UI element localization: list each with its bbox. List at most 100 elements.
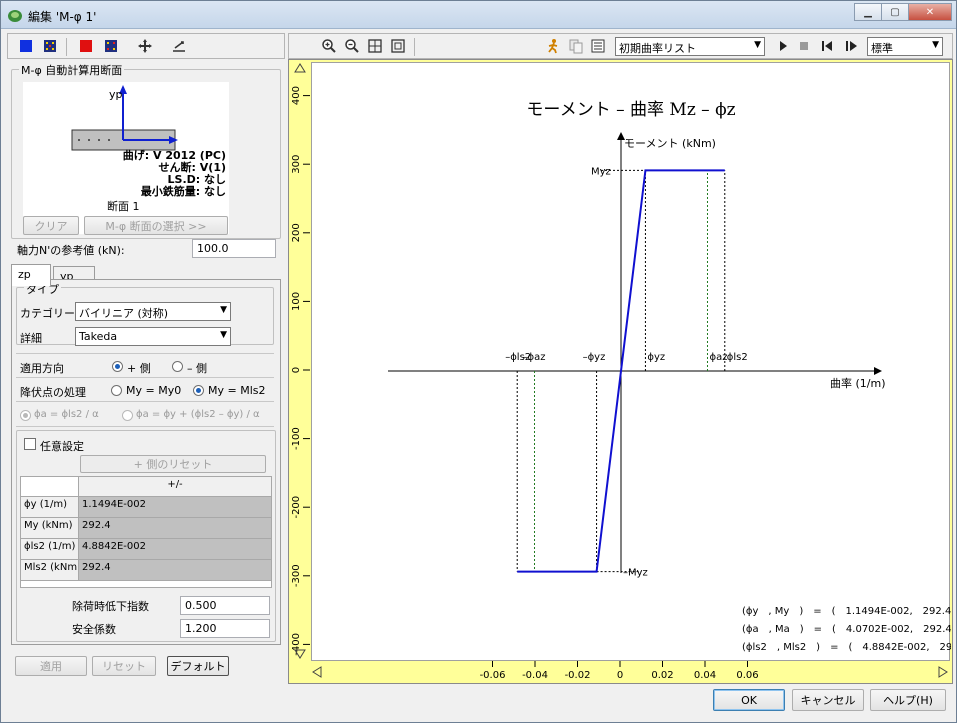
run-icon[interactable] (545, 38, 561, 54)
red-square-icon[interactable] (78, 38, 94, 54)
zoom-window-icon[interactable] (390, 38, 406, 54)
help-button[interactable]: ヘルプ(H) (870, 689, 946, 711)
x-axis-arrow (874, 367, 882, 375)
label-pos-az: ϕaz (709, 352, 727, 363)
move-icon[interactable] (137, 38, 153, 54)
reset-button[interactable]: リセット (92, 656, 156, 676)
mls2-row-label: Mls2 (kNm) (20, 559, 81, 581)
info-line-3: (ϕls2 , Mls2 ) = ( 4.8842E-002, 292.4) (742, 642, 951, 653)
y-tick-label: 0 (291, 367, 302, 373)
label-myz-neg: –Myz (623, 568, 648, 579)
left-toolbar (7, 33, 285, 59)
direction-label: 適用方向 (20, 362, 64, 375)
section-spec-4: 最小鉄筋量: なし (140, 185, 226, 198)
yield-label: 降伏点の処理 (20, 386, 86, 399)
maximize-icon: ▢ (890, 6, 900, 18)
axial-force-input[interactable]: 100.0 (192, 239, 276, 258)
y-tick-label: -300 (291, 564, 302, 587)
curve-list-select[interactable]: 初期曲率リスト ▼ (615, 37, 765, 56)
info-line-2: (ϕa , Ma ) = ( 4.0702E-002, 292.4) (742, 624, 951, 635)
blue-grid-icon[interactable] (42, 38, 58, 54)
x-tick-label: -0.02 (565, 670, 591, 681)
red-grid-icon[interactable] (103, 38, 119, 54)
detail-value: Takeda (79, 330, 118, 343)
category-select[interactable]: バイリニア (対称) ▼ (75, 302, 231, 321)
phi-a-option1-label: ϕa = ϕls2 / α (34, 409, 99, 420)
chevron-down-icon: ▼ (754, 40, 761, 50)
phi-a-option2-radio[interactable] (122, 410, 133, 421)
tab-panel: タイプ カテゴリー バイリニア (対称) ▼ 詳細 Takeda ▼ 適用方向 … (11, 279, 281, 645)
y-tick-label: 300 (291, 155, 302, 174)
x-scroll-right-icon[interactable] (938, 666, 948, 678)
zoom-fit-icon[interactable] (367, 38, 383, 54)
x-tick-label: 0.04 (694, 670, 716, 681)
zoom-out-icon[interactable] (344, 38, 360, 54)
close-icon: ✕ (925, 6, 935, 18)
phi-a-option1-radio[interactable] (20, 410, 31, 421)
plus-reset-button[interactable]: + 側のリセット (80, 455, 266, 473)
x-scroll-left-icon[interactable] (312, 666, 322, 678)
custom-column-header: +/- (78, 476, 272, 497)
mode-value: 標準 (871, 42, 893, 55)
window-title: 編集 'M-φ 1' (28, 10, 97, 24)
minimize-button[interactable]: ▁ (854, 3, 882, 21)
info-line-1: (ϕy , My ) = ( 1.1494E-002, 292.4) (742, 606, 951, 617)
direction-minus-label: – 側 (187, 362, 207, 375)
chart-area[interactable]: モーメント – 曲率 Mz – ϕz モーメント (kNm) 曲率 (1/m) ϕyz… (288, 59, 953, 684)
title-bar[interactable]: 編集 'M-φ 1' ▁ ▢ ✕ (1, 1, 956, 29)
label-pos-yz: ϕyz (647, 352, 665, 363)
section-group-title: M-φ 自動計算用断面 (19, 62, 125, 78)
mode-select[interactable]: 標準 ▼ (867, 37, 943, 56)
cancel-button[interactable]: キャンセル (792, 689, 864, 711)
yield-my0-radio[interactable] (111, 385, 122, 396)
x-tick-label: 0 (617, 670, 623, 681)
section-icon[interactable] (171, 38, 187, 54)
section-axis-label: yp (109, 88, 123, 101)
play-icon[interactable] (775, 38, 791, 54)
custom-checkbox[interactable] (24, 438, 36, 450)
mls2-value[interactable]: 292.4 (78, 559, 272, 581)
yield-mls2-radio[interactable] (193, 385, 204, 396)
detail-select[interactable]: Takeda ▼ (75, 327, 231, 346)
step-back-icon[interactable] (819, 38, 835, 54)
chevron-down-icon: ▼ (932, 40, 939, 50)
minimize-icon: ▁ (864, 6, 872, 18)
category-label: カテゴリー (20, 307, 75, 320)
label-neg-yz: –ϕyz (583, 352, 606, 363)
unload-index-input[interactable]: 0.500 (180, 596, 270, 615)
stop-icon[interactable] (796, 38, 812, 54)
step-forward-icon[interactable] (843, 38, 859, 54)
apply-button[interactable]: 適用 (15, 656, 87, 676)
clear-button[interactable]: クリア (23, 216, 79, 235)
yield-my0-label: My = My0 (126, 384, 182, 397)
direction-minus-radio[interactable] (172, 361, 183, 372)
select-section-button[interactable]: M-φ 断面の選択 >> (84, 216, 228, 235)
copy-icon[interactable] (568, 38, 584, 54)
zoom-in-icon[interactable] (321, 38, 337, 54)
x-tick-label: -0.04 (522, 670, 548, 681)
plot-area[interactable]: モーメント – 曲率 Mz – ϕz モーメント (kNm) 曲率 (1/m) ϕyz… (311, 62, 951, 661)
list-icon[interactable] (590, 38, 606, 54)
left-panel: M-φ 自動計算用断面 yp 曲げ: V 2012 (PC) せん断: V(1)… (7, 60, 285, 652)
direction-plus-radio[interactable] (112, 361, 123, 372)
y-axis-label: モーメント (kNm) (624, 137, 716, 150)
close-button[interactable]: ✕ (908, 3, 952, 21)
unload-index-label: 除荷時低下指数 (72, 600, 149, 613)
x-tick-label: 0.06 (736, 670, 758, 681)
y-scroll-up-icon[interactable] (294, 63, 306, 73)
my-value[interactable]: 292.4 (78, 517, 272, 539)
phi-ls2-value[interactable]: 4.8842E-002 (78, 538, 272, 560)
phi-y-row-label: ϕy (1/m) (20, 496, 79, 518)
x-tick-label: -0.06 (480, 670, 506, 681)
phi-y-value[interactable]: 1.1494E-002 (78, 496, 272, 518)
ok-button[interactable]: OK (713, 689, 785, 711)
detail-label: 詳細 (20, 332, 42, 345)
safety-factor-input[interactable]: 1.200 (180, 619, 270, 638)
default-button[interactable]: デフォルト (167, 656, 229, 676)
my-row-label: My (kNm) (20, 517, 79, 539)
app-icon (8, 10, 22, 22)
maximize-button[interactable]: ▢ (881, 3, 909, 21)
tab-zp[interactable]: zp (11, 264, 51, 286)
blue-square-icon[interactable] (18, 38, 34, 54)
y-tick-label: -100 (291, 427, 302, 450)
